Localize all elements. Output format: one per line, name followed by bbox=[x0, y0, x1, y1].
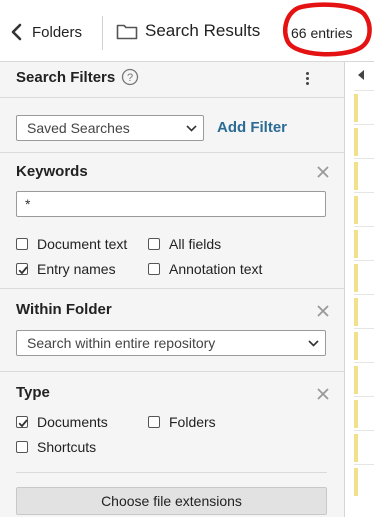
checkbox-box bbox=[148, 238, 160, 250]
checkbox-label: Documents bbox=[37, 414, 108, 430]
checkbox-label: Entry names bbox=[37, 261, 116, 277]
row-marker bbox=[354, 264, 358, 292]
keywords-input[interactable]: * bbox=[16, 191, 326, 217]
checkbox-entry-names[interactable]: Entry names bbox=[16, 261, 116, 277]
result-row-edge[interactable] bbox=[354, 124, 374, 158]
row-marker bbox=[354, 162, 358, 190]
saved-searches-dropdown[interactable]: Saved Searches bbox=[16, 115, 204, 141]
result-row-edge[interactable] bbox=[354, 430, 374, 464]
row-marker bbox=[354, 434, 358, 462]
help-icon[interactable]: ? bbox=[121, 68, 139, 86]
checkbox-label: All fields bbox=[169, 236, 222, 252]
divider bbox=[0, 152, 345, 153]
panel-header: Search Filters ? bbox=[0, 62, 345, 98]
svg-text:?: ? bbox=[127, 72, 133, 84]
row-marker bbox=[354, 128, 358, 156]
collapse-panel-icon[interactable] bbox=[357, 70, 365, 80]
checkbox-box bbox=[16, 238, 28, 250]
row-marker bbox=[354, 366, 358, 394]
more-options-icon[interactable] bbox=[303, 70, 311, 88]
close-icon[interactable] bbox=[316, 165, 330, 179]
result-row-edge[interactable] bbox=[354, 260, 374, 294]
result-row-edge[interactable] bbox=[354, 192, 374, 226]
divider bbox=[0, 288, 345, 289]
folder-scope-dropdown[interactable]: Search within entire repository bbox=[16, 330, 326, 356]
chevron-left-icon bbox=[11, 23, 22, 41]
keywords-value: * bbox=[25, 196, 31, 212]
search-results-page: Folders Search Results 66 entries Search… bbox=[0, 0, 374, 517]
row-marker bbox=[354, 94, 358, 122]
row-marker bbox=[354, 332, 358, 360]
search-filters-panel: Search Filters ? Saved Searches Add Filt… bbox=[0, 62, 345, 517]
header-divider bbox=[102, 16, 103, 50]
divider bbox=[0, 371, 345, 372]
checkbox-box bbox=[16, 441, 28, 453]
checkbox-box bbox=[148, 263, 160, 275]
close-icon[interactable] bbox=[316, 387, 330, 401]
folder-icon bbox=[116, 24, 138, 40]
back-to-folders-button[interactable]: Folders bbox=[10, 18, 82, 46]
keywords-title: Keywords bbox=[16, 163, 88, 180]
checkbox-shortcuts[interactable]: Shortcuts bbox=[16, 439, 96, 455]
type-title: Type bbox=[16, 384, 50, 401]
checkbox-document-text[interactable]: Document text bbox=[16, 236, 127, 252]
result-row-edge[interactable] bbox=[354, 328, 374, 362]
result-row-edge[interactable] bbox=[354, 158, 374, 192]
checkmark-icon bbox=[18, 419, 28, 428]
result-row-edge[interactable] bbox=[354, 362, 374, 396]
checkbox-box bbox=[16, 263, 28, 275]
close-icon[interactable] bbox=[316, 304, 330, 318]
checkbox-label: Folders bbox=[169, 414, 216, 430]
checkbox-all-fields[interactable]: All fields bbox=[148, 236, 221, 252]
checkbox-label: Annotation text bbox=[169, 261, 263, 277]
row-marker bbox=[354, 468, 358, 496]
back-label: Folders bbox=[32, 23, 83, 41]
row-marker bbox=[354, 298, 358, 326]
divider bbox=[16, 472, 327, 473]
folder-scope-value: Search within entire repository bbox=[27, 335, 216, 351]
entry-count: 66 entries bbox=[291, 25, 353, 41]
checkmark-icon bbox=[18, 266, 28, 275]
result-row-edge[interactable] bbox=[354, 294, 374, 328]
choose-file-extensions-button[interactable]: Choose file extensions bbox=[16, 487, 327, 515]
header-bar: Folders Search Results 66 entries bbox=[0, 0, 374, 62]
checkbox-label: Shortcuts bbox=[37, 439, 97, 455]
row-marker bbox=[354, 230, 358, 258]
within-folder-title: Within Folder bbox=[16, 301, 112, 318]
result-row-edge[interactable] bbox=[354, 90, 374, 124]
results-list-edge bbox=[346, 62, 374, 517]
checkbox-box bbox=[16, 416, 28, 428]
checkbox-documents[interactable]: Documents bbox=[16, 414, 108, 430]
panel-title: Search Filters bbox=[16, 69, 116, 86]
row-marker bbox=[354, 196, 358, 224]
checkbox-folders[interactable]: Folders bbox=[148, 414, 216, 430]
checkbox-annotation-text[interactable]: Annotation text bbox=[148, 261, 262, 277]
chevron-down-icon bbox=[186, 125, 197, 132]
page-title: Search Results bbox=[145, 21, 261, 40]
saved-searches-value: Saved Searches bbox=[27, 120, 130, 136]
result-row-edge[interactable] bbox=[354, 226, 374, 260]
chevron-down-icon bbox=[308, 340, 319, 347]
result-row-edge[interactable] bbox=[354, 396, 374, 430]
checkbox-label: Document text bbox=[37, 236, 128, 252]
result-row-edge[interactable] bbox=[354, 464, 374, 498]
add-filter-link[interactable]: Add Filter bbox=[217, 119, 287, 136]
checkbox-box bbox=[148, 416, 160, 428]
row-marker bbox=[354, 400, 358, 428]
